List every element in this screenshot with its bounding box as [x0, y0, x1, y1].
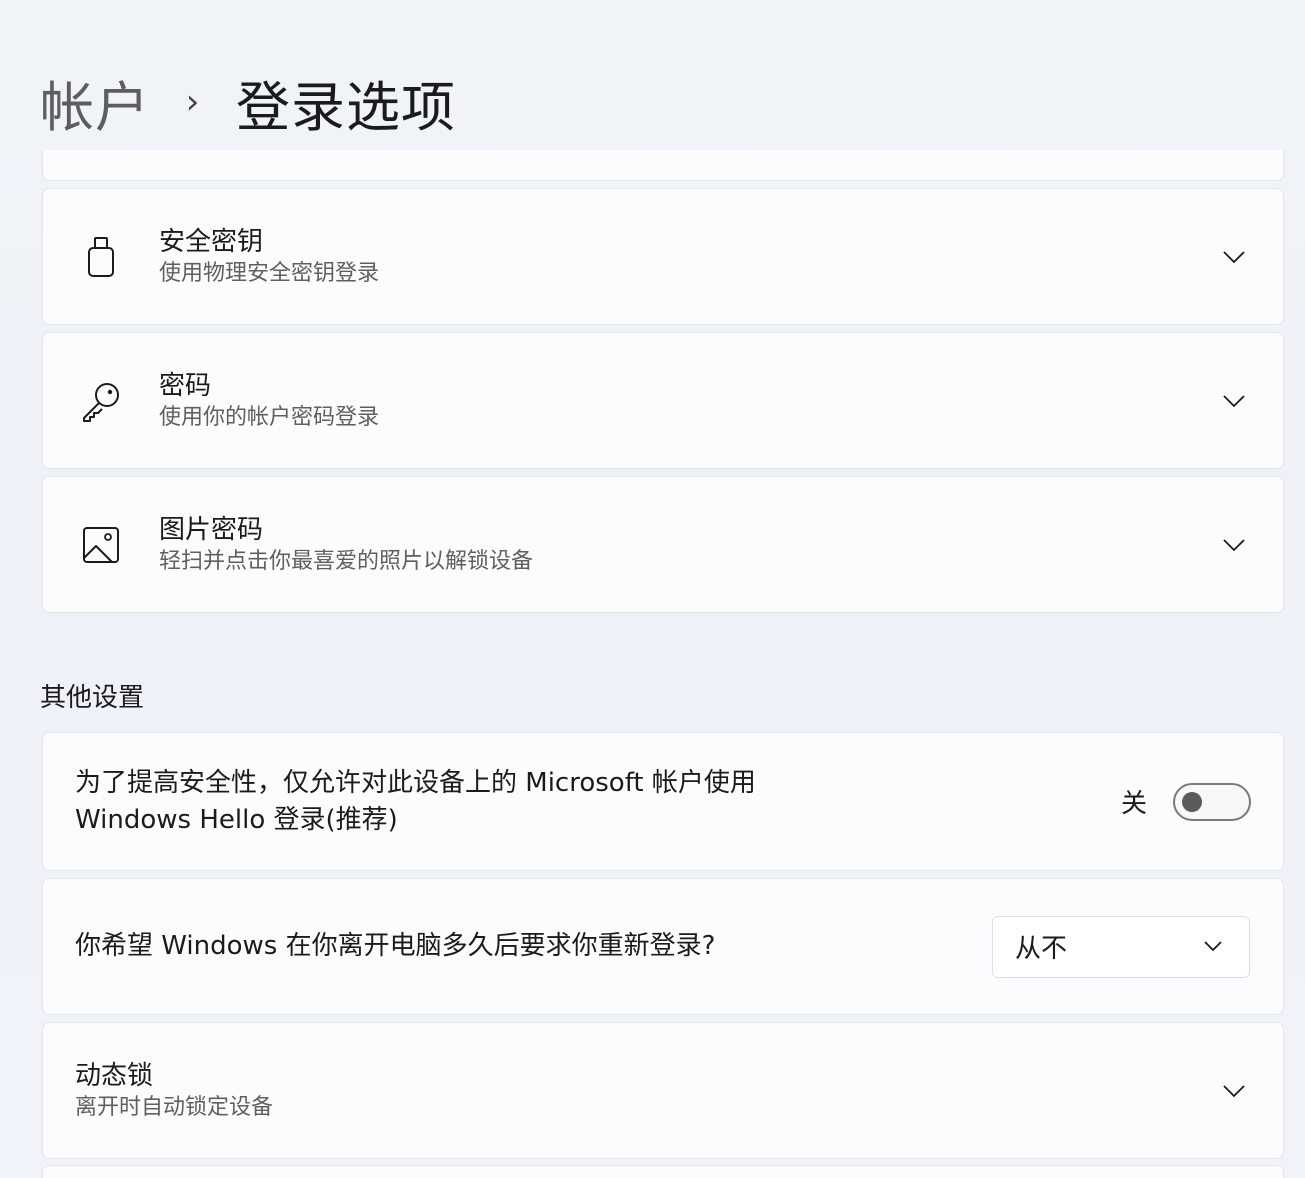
- picture-icon: [43, 525, 159, 565]
- toggle-knob: [1182, 791, 1202, 812]
- chevron-down-icon[interactable]: [1219, 391, 1249, 411]
- breadcrumb-separator-icon: ›: [185, 82, 201, 122]
- chevron-down-icon[interactable]: [1219, 1081, 1249, 1101]
- hello-only-line1: 为了提高安全性，仅允许对此设备上的 Microsoft 帐户使用: [75, 767, 756, 798]
- require-signin-card: 你希望 Windows 在你离开电脑多久后要求你重新登录? 从不: [42, 878, 1284, 1015]
- dropdown-selected-value: 从不: [1015, 934, 1068, 964]
- dynamic-lock-card[interactable]: 动态锁 离开时自动锁定设备: [42, 1022, 1284, 1159]
- password-subtitle: 使用你的帐户密码登录: [159, 404, 380, 430]
- password-card[interactable]: 密码 使用你的帐户密码登录: [42, 332, 1284, 469]
- require-signin-dropdown[interactable]: 从不: [992, 915, 1250, 978]
- hello-only-toggle[interactable]: [1173, 782, 1251, 821]
- chevron-down-icon[interactable]: [1219, 247, 1249, 267]
- hello-only-card: 为了提高安全性，仅允许对此设备上的 Microsoft 帐户使用 Windows…: [42, 732, 1284, 871]
- picture-password-card[interactable]: 图片密码 轻扫并点击你最喜爱的照片以解锁设备: [42, 476, 1284, 613]
- key-icon: [43, 379, 159, 423]
- picture-password-title: 图片密码: [159, 514, 264, 545]
- chevron-down-icon[interactable]: [1219, 535, 1249, 555]
- security-key-card[interactable]: 安全密钥 使用物理安全密钥登录: [42, 188, 1284, 325]
- breadcrumb: 帐户 › 登录选项: [40, 62, 456, 142]
- password-title: 密码: [159, 370, 212, 401]
- security-key-subtitle: 使用物理安全密钥登录: [159, 260, 380, 286]
- card-partial-top: [42, 150, 1284, 181]
- require-signin-question: 你希望 Windows 在你离开电脑多久后要求你重新登录?: [75, 931, 716, 961]
- picture-password-subtitle: 轻扫并点击你最喜爱的照片以解锁设备: [159, 548, 534, 574]
- dynamic-lock-subtitle: 离开时自动锁定设备: [75, 1094, 274, 1120]
- toggle-state-label: 关: [1120, 789, 1147, 819]
- section-heading-other-settings: 其他设置: [40, 683, 145, 713]
- hello-only-line2: Windows Hello 登录(推荐): [75, 804, 398, 835]
- card-partial-bottom: [42, 1165, 1284, 1178]
- hello-only-toggle-group: 关: [1120, 782, 1251, 821]
- security-key-title: 安全密钥: [159, 226, 264, 257]
- dynamic-lock-title: 动态锁: [75, 1060, 154, 1091]
- usb-key-icon: [43, 236, 159, 278]
- chevron-down-icon: [1203, 937, 1223, 956]
- breadcrumb-parent-accounts[interactable]: 帐户: [40, 63, 150, 142]
- page-title: 登录选项: [236, 75, 456, 139]
